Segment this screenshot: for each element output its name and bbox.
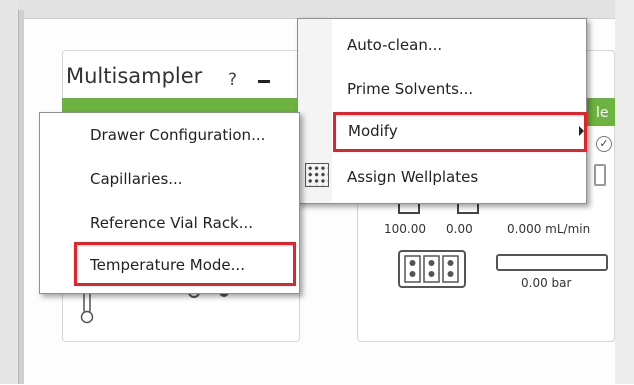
minimize-icon[interactable] [258, 80, 270, 83]
status-bar-green [62, 98, 298, 112]
wellplate-grid-icon [305, 163, 329, 187]
submenu-arrow-icon [579, 126, 584, 136]
menu-item-modify[interactable]: Modify [348, 122, 398, 140]
status-bar-label-fragment: le [596, 105, 609, 121]
readout-value-a: 100.00 [384, 222, 426, 236]
menu-item-capillaries[interactable]: Capillaries... [90, 170, 183, 188]
pressure-gauge-bar [496, 254, 608, 271]
menu-item-temperature-mode[interactable]: Temperature Mode... [90, 256, 245, 274]
menu-item-reference-vial-rack[interactable]: Reference Vial Rack... [90, 214, 253, 232]
thermometer-icon [80, 290, 94, 324]
check-icon[interactable]: ✓ [596, 136, 612, 152]
solvent-bottle-icon [594, 164, 606, 186]
readout-flow: 0.000 mL/min [507, 222, 591, 236]
window-frame-top [0, 0, 634, 20]
menu-item-auto-clean[interactable]: Auto-clean... [347, 36, 442, 54]
vial-rack-icon [398, 250, 466, 288]
readout-pressure: 0.00 bar [521, 276, 572, 290]
menu-item-drawer-configuration[interactable]: Drawer Configuration... [90, 126, 265, 144]
readout-value-b: 0.00 [446, 222, 473, 236]
window-frame-right [615, 0, 634, 384]
menu-item-prime-solvents[interactable]: Prime Solvents... [347, 80, 473, 98]
help-icon[interactable]: ? [228, 70, 237, 90]
multisampler-title: Multisampler [66, 64, 203, 88]
window-frame-left [0, 0, 18, 384]
menu-item-assign-wellplates[interactable]: Assign Wellplates [347, 168, 478, 186]
